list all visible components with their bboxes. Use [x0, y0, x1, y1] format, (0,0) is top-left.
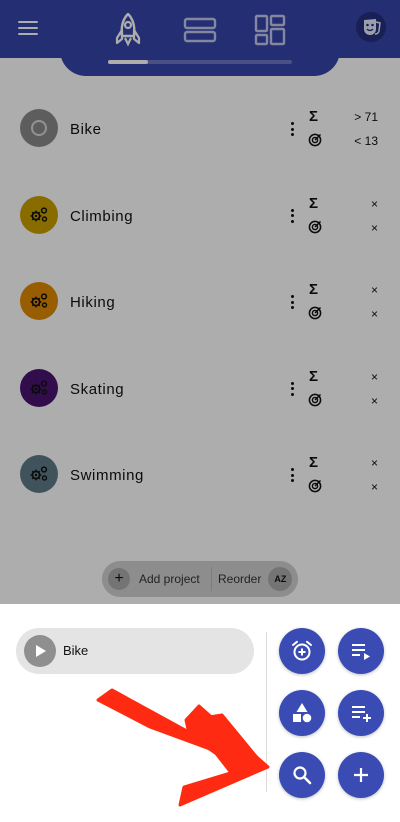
- playlist-play-button[interactable]: [338, 628, 384, 674]
- playlist-add-button[interactable]: [338, 690, 384, 736]
- shapes-icon: [293, 703, 312, 723]
- play-button[interactable]: [24, 635, 56, 667]
- alarm-add-icon: [292, 640, 312, 661]
- add-icon: [354, 768, 368, 782]
- active-project-name: Bike: [63, 643, 89, 658]
- playlist-add-icon: [352, 706, 371, 722]
- dim-overlay[interactable]: [0, 0, 400, 604]
- alarm-add-button[interactable]: [279, 628, 325, 674]
- active-project-chip[interactable]: Bike: [16, 628, 254, 674]
- bottom-sheet: Bike: [0, 604, 400, 822]
- sheet-divider: [266, 632, 267, 792]
- playlist-play-icon: [352, 644, 370, 660]
- search-button[interactable]: [279, 752, 325, 798]
- play-icon: [36, 645, 46, 657]
- categories-button[interactable]: [279, 690, 325, 736]
- search-icon: [293, 766, 312, 785]
- add-button[interactable]: [338, 752, 384, 798]
